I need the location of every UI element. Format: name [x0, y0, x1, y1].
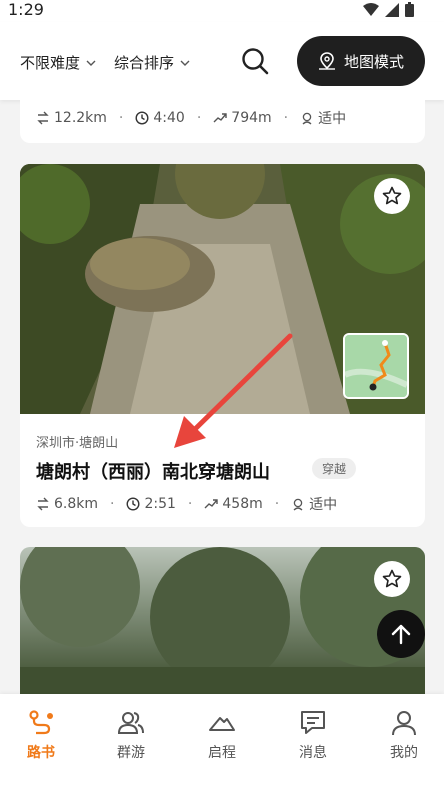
tab-group[interactable]: 群游	[96, 708, 166, 762]
tab-group-label: 群游	[117, 745, 145, 761]
map-mode-label: 地图模式	[343, 52, 404, 71]
start-icon	[209, 717, 235, 731]
sort-filter-label: 综合排序	[114, 54, 175, 72]
forest-photo-illustration	[20, 547, 425, 707]
wifi-icon	[363, 2, 379, 16]
elevation-value: 458m	[222, 496, 263, 512]
message-icon	[301, 711, 325, 734]
route-location: 深圳市·塘朗山	[36, 436, 119, 451]
status-bar: 1:29	[0, 0, 444, 22]
tab-route[interactable]: 路书	[6, 708, 76, 762]
profile-icon	[392, 711, 416, 736]
tab-profile-label: 我的	[390, 745, 418, 761]
map-pin-icon	[318, 52, 335, 70]
difficulty-value: 适中	[309, 497, 338, 513]
route-stats: 6.8km · 2:51 · 458m · 适中	[36, 494, 337, 514]
sort-filter[interactable]: 综合排序	[114, 52, 190, 73]
elevation-icon	[213, 113, 227, 123]
route-icon	[29, 710, 53, 735]
tab-messages[interactable]: 消息	[278, 708, 348, 762]
signal-icon	[385, 2, 399, 17]
duration-value: 2:51	[144, 496, 176, 512]
search-button[interactable]	[240, 46, 270, 76]
star-icon	[382, 186, 402, 205]
status-icons	[363, 2, 414, 17]
route-title: 塘朗村（西丽）南北穿塘朗山	[36, 462, 270, 483]
tab-profile[interactable]: 我的	[369, 708, 439, 762]
difficulty-filter-label: 不限难度	[20, 54, 81, 72]
distance-icon	[37, 497, 49, 511]
route-card-previous[interactable]: 12.2km · 4:40 · 794m · 适中	[20, 90, 425, 143]
tab-start[interactable]: 启程	[187, 708, 257, 762]
filter-toolbar: 不限难度 综合排序 地图模式	[0, 22, 444, 100]
difficulty-icon	[302, 112, 312, 125]
tab-start-label: 启程	[208, 745, 236, 761]
distance-icon	[37, 111, 49, 125]
route-stats: 12.2km · 4:40 · 794m · 适中	[36, 108, 346, 128]
route-type-badge: 穿越	[312, 458, 357, 479]
tab-route-label: 路书	[27, 745, 55, 761]
elevation-icon	[204, 499, 219, 509]
star-icon	[382, 569, 402, 588]
chevron-down-icon	[86, 60, 96, 66]
distance-value: 6.8km	[54, 496, 99, 512]
duration-value: 4:40	[153, 110, 185, 126]
arrow-up-icon	[391, 624, 411, 645]
route-map-thumbnail[interactable]	[343, 333, 409, 399]
clock-icon	[135, 111, 149, 125]
map-mode-button[interactable]: 地图模式	[297, 36, 425, 86]
route-map-icon	[345, 335, 407, 397]
search-icon	[242, 48, 269, 75]
difficulty-filter[interactable]: 不限难度	[20, 52, 96, 73]
bottom-tab-bar: 路书 群游 启程 消息 我的	[0, 694, 444, 792]
route-card-next[interactable]	[20, 547, 425, 707]
difficulty-value: 适中	[318, 111, 347, 127]
clock-icon	[126, 497, 140, 511]
elevation-value: 794m	[231, 110, 272, 126]
distance-value: 12.2km	[54, 110, 107, 126]
status-time: 1:29	[8, 0, 44, 19]
chevron-down-icon	[180, 60, 190, 66]
route-card[interactable]: 深圳市·塘朗山 塘朗村（西丽）南北穿塘朗山 穿越 6.8km · 2:51 · …	[20, 164, 425, 527]
favorite-button[interactable]	[374, 178, 410, 214]
battery-icon	[405, 2, 414, 17]
scroll-to-top-button[interactable]	[377, 610, 425, 658]
difficulty-icon	[293, 498, 303, 511]
favorite-button[interactable]	[374, 561, 410, 597]
group-icon	[117, 712, 144, 734]
tab-messages-label: 消息	[299, 745, 327, 761]
